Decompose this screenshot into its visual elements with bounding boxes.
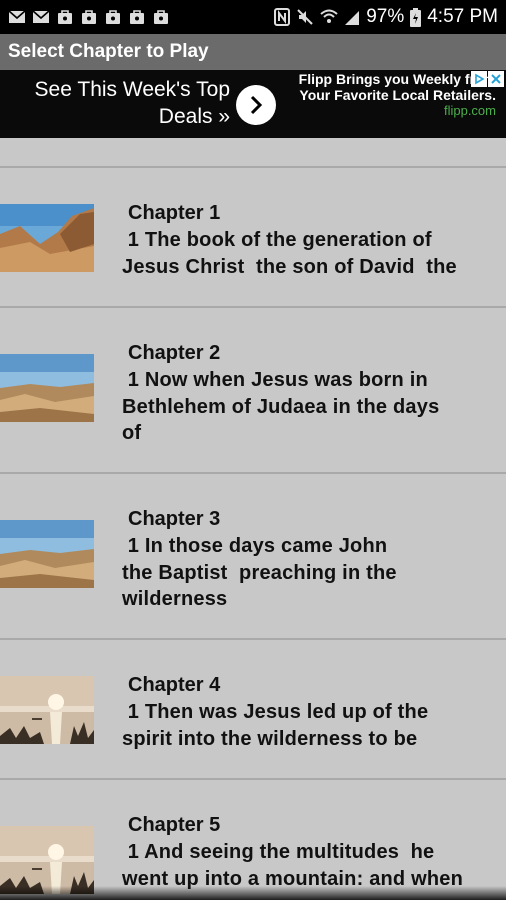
- chapter-item[interactable]: Chapter 5 1 And seeing the multitudes he…: [0, 780, 506, 900]
- chapter-preview: 1 Then was Jesus led up of the spirit in…: [122, 701, 429, 750]
- notification-icons: [8, 9, 170, 25]
- signal-icon: [345, 11, 360, 25]
- chapter-item[interactable]: Chapter 2 1 Now when Jesus was born in B…: [0, 308, 506, 474]
- chapter-thumbnail: [0, 676, 94, 744]
- chapter-preview: 1 In those days came John the Baptist pr…: [122, 535, 397, 610]
- bag-icon: [154, 10, 168, 24]
- bag-icon: [106, 10, 120, 24]
- chapter-preview: 1 Now when Jesus was born in Bethlehem o…: [122, 369, 440, 444]
- page-title: Select Chapter to Play: [8, 41, 209, 62]
- list-top-divider: [0, 138, 506, 168]
- chevron-right-icon: [250, 95, 263, 115]
- chapter-list[interactable]: Chapter 1 1 The book of the generation o…: [0, 138, 506, 900]
- ad-domain: flipp.com: [443, 103, 496, 118]
- chapter-item[interactable]: Chapter 3 1 In those days came John the …: [0, 474, 506, 640]
- chapter-title: Chapter 5: [128, 814, 221, 836]
- mail-icon: [32, 10, 50, 23]
- chapter-thumbnail: [0, 520, 94, 588]
- chapter-item[interactable]: Chapter 4 1 Then was Jesus led up of the…: [0, 640, 506, 780]
- ad-description[interactable]: Flipp Brings you Weekly from Your Favori…: [296, 71, 496, 119]
- mail-icon: [8, 10, 26, 23]
- wifi-icon: [320, 9, 338, 23]
- ad-headline[interactable]: See This Week's Top Deals »: [12, 76, 230, 130]
- navigation-bar-edge: [0, 886, 506, 900]
- chapter-thumbnail: [0, 204, 94, 272]
- ad-close-icon[interactable]: [488, 71, 504, 87]
- chapter-title: Chapter 4: [128, 674, 221, 696]
- ad-banner[interactable]: See This Week's Top Deals » Flipp Brings…: [0, 70, 506, 138]
- chapter-title: Chapter 1: [128, 202, 221, 224]
- chapter-item[interactable]: Chapter 1 1 The book of the generation o…: [0, 168, 506, 308]
- chapter-preview: 1 And seeing the multitudes he went up i…: [122, 841, 464, 890]
- clock: 4:57 PM: [427, 6, 498, 27]
- ad-arrow-button[interactable]: [236, 85, 276, 125]
- status-indicators: 97% 4:57 PM: [274, 6, 498, 28]
- chapter-preview: 1 The book of the generation of Jesus Ch…: [122, 229, 457, 278]
- ad-choices[interactable]: [471, 71, 504, 87]
- bag-icon: [82, 10, 96, 24]
- bag-icon: [58, 10, 72, 24]
- chapter-title: Chapter 3: [128, 508, 221, 530]
- battery-icon: [410, 7, 422, 27]
- mute-icon: [297, 9, 313, 25]
- app-title-bar: Select Chapter to Play: [0, 34, 506, 70]
- ad-description-text: Flipp Brings you Weekly from Your Favori…: [298, 71, 496, 103]
- bag-icon: [130, 10, 144, 24]
- chapter-title: Chapter 2: [128, 342, 221, 364]
- battery-percent: 97%: [366, 6, 405, 27]
- chapter-thumbnail: [0, 826, 94, 894]
- nfc-icon: [274, 8, 291, 26]
- chapter-thumbnail: [0, 354, 94, 422]
- ad-info-icon[interactable]: [471, 71, 487, 87]
- status-bar: 97% 4:57 PM: [0, 0, 506, 34]
